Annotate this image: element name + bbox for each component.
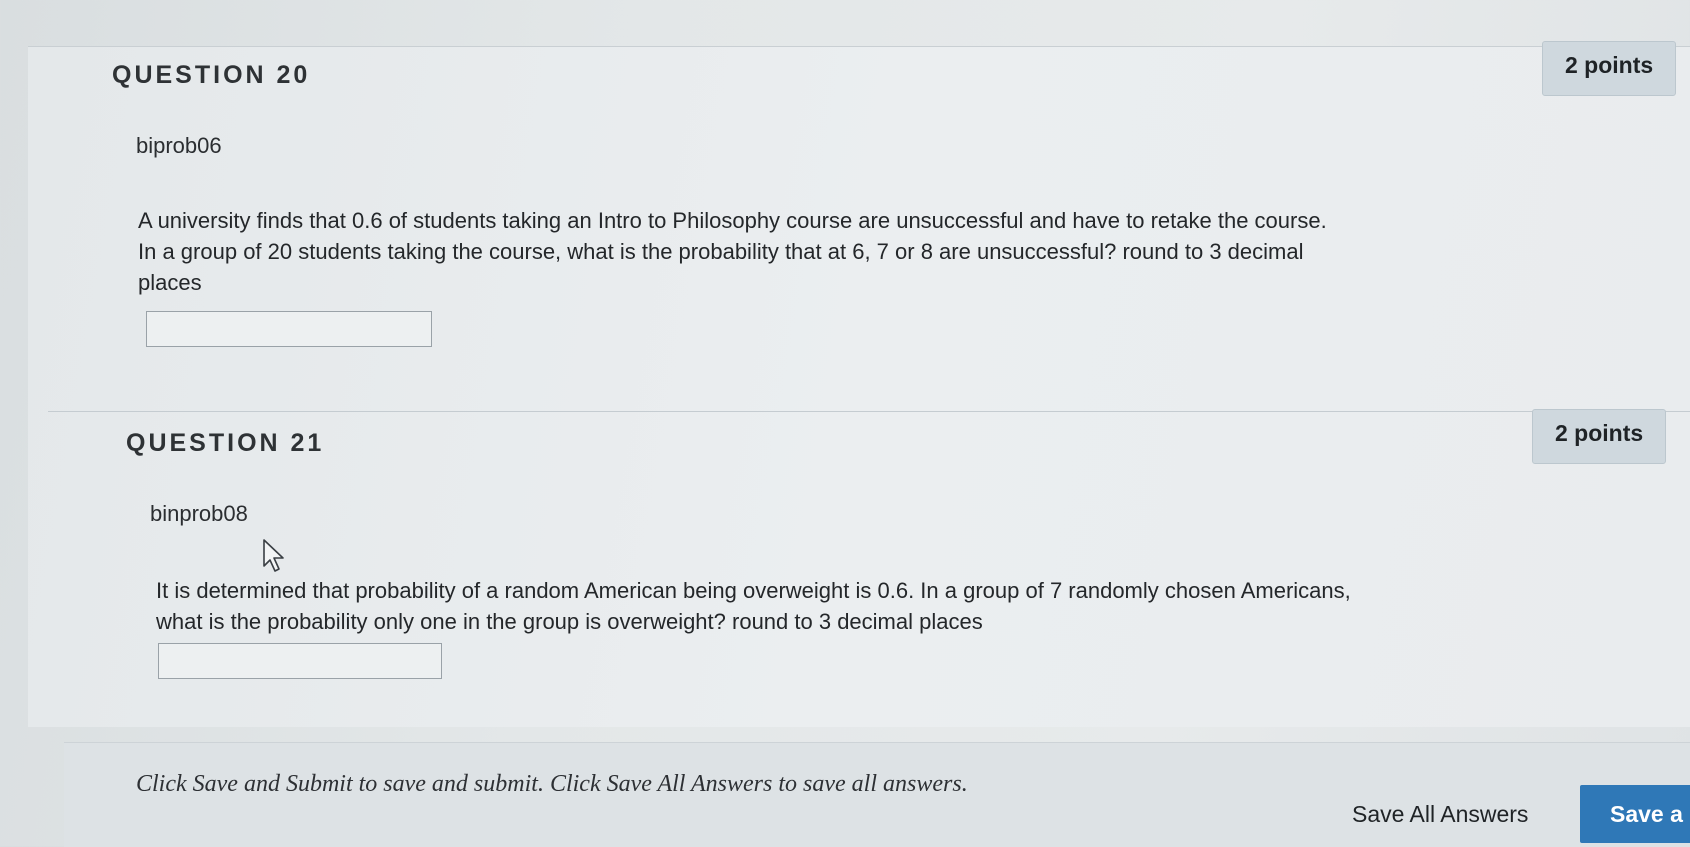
question-20-text-line: A university finds that 0.6 of students … <box>138 208 1327 233</box>
question-21-text-line: It is determined that probability of a r… <box>156 578 1351 603</box>
question-21-points-badge: 2 points <box>1532 409 1667 464</box>
save-all-answers-button[interactable]: Save All Answers <box>1352 801 1528 828</box>
question-21-text: It is determined that probability of a r… <box>156 575 1351 637</box>
footer-instructions: Click Save and Submit to save and submit… <box>136 771 968 797</box>
question-20-points-badge: 2 points <box>1542 41 1677 96</box>
question-21-name: binprob08 <box>150 501 248 526</box>
question-20-answer-input[interactable] <box>146 311 432 347</box>
question-21-title: QUESTION 21 <box>126 429 325 457</box>
question-20-text: A university finds that 0.6 of students … <box>138 205 1327 298</box>
question-20-text-line: In a group of 20 students taking the cou… <box>138 239 1304 264</box>
arrow-cursor-icon <box>263 539 284 572</box>
question-21-text-line: what is the probability only one in the … <box>156 609 983 634</box>
question-divider <box>48 411 1690 412</box>
question-20-text-line: places <box>138 270 202 295</box>
question-20-title: QUESTION 20 <box>112 61 311 89</box>
question-21-answer-input[interactable] <box>158 643 442 679</box>
question-20-name: biprob06 <box>136 133 222 158</box>
questions-panel: QUESTION 20 2 points biprob06 A universi… <box>28 41 1690 727</box>
save-and-submit-button[interactable]: Save a <box>1580 785 1690 843</box>
footer-bar: Click Save and Submit to save and submit… <box>64 742 1690 847</box>
